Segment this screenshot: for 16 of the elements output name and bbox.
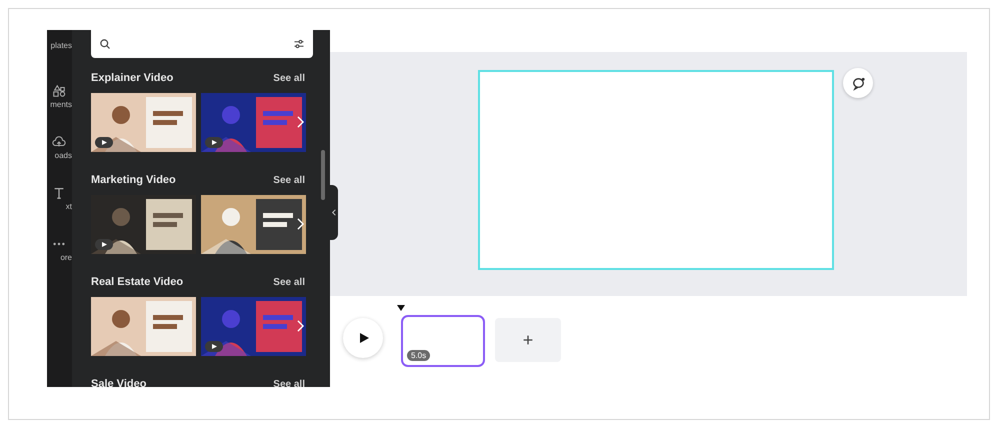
section-title: Sale Video [91, 378, 146, 387]
duration-badge: 5.0s [407, 350, 430, 361]
section-title: Marketing Video [91, 174, 176, 186]
rail-label[interactable]: plates [50, 40, 72, 50]
rail-label[interactable]: oads [54, 151, 72, 160]
rail-label[interactable]: xt [66, 202, 72, 211]
timeline-clip[interactable]: 5.0s [401, 315, 485, 367]
add-page-button[interactable]: + [495, 318, 561, 362]
rail-label[interactable]: ore [60, 253, 72, 262]
see-all-link[interactable]: See all [273, 174, 305, 186]
section-title: Explainer Video [91, 72, 174, 84]
section-title: Real Estate Video [91, 276, 184, 288]
see-all-link[interactable]: See all [273, 378, 305, 387]
see-all-link[interactable]: See all [273, 72, 305, 84]
see-all-link[interactable]: See all [273, 276, 305, 288]
rail-label[interactable]: ments [50, 100, 72, 109]
